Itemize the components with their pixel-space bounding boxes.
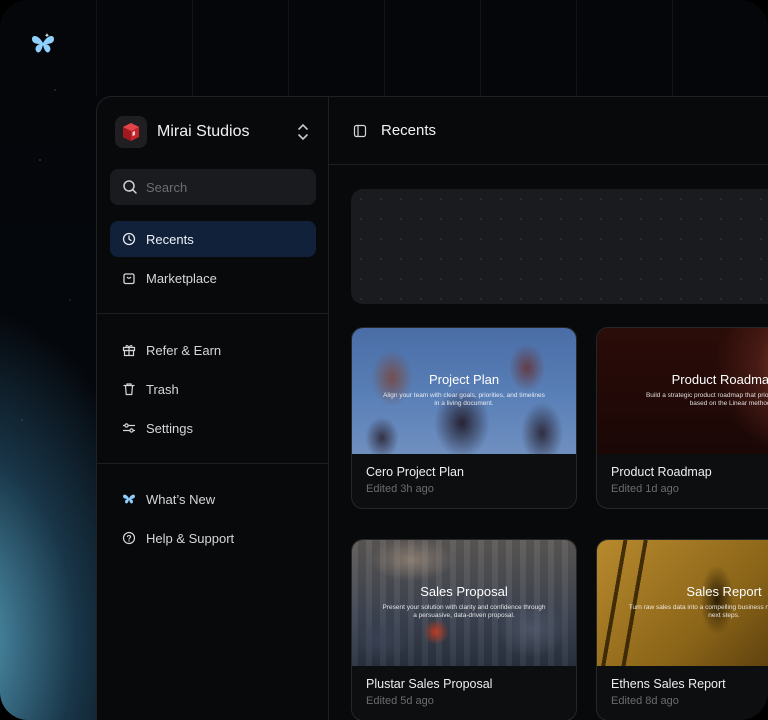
sidebar-item-trash[interactable]: Trash <box>110 371 316 407</box>
thumbnail-title: Sales Proposal <box>420 584 508 599</box>
sidebar-item-label: What’s New <box>146 491 216 507</box>
card-thumbnail: Project Plan Align your team with clear … <box>352 328 576 454</box>
sidebar-toggle-icon[interactable] <box>353 124 367 138</box>
shopping-bag-icon <box>123 273 135 285</box>
clock-icon <box>122 232 136 246</box>
app-frame: Mirai Studios Recents <box>0 0 768 720</box>
sliders-icon <box>122 423 136 433</box>
cube-icon <box>123 123 139 141</box>
butterfly-icon <box>123 494 135 504</box>
sidebar-item-refer-earn[interactable]: Refer & Earn <box>110 332 316 368</box>
sidebar-item-whats-new[interactable]: What’s New <box>110 481 316 517</box>
sidebar-item-label: Help & Support <box>146 530 235 546</box>
sidebar-item-label: Settings <box>146 420 193 436</box>
gift-icon <box>122 345 136 357</box>
org-avatar <box>115 116 147 148</box>
sidebar-item-recents[interactable]: Recents <box>110 221 316 257</box>
thumbnail-title: Sales Report <box>686 584 762 599</box>
thumbnail-title: Product Roadmap <box>671 372 768 387</box>
search-input[interactable] <box>146 179 296 195</box>
sidebar-divider <box>97 463 329 464</box>
card-edited-time: Edited 5d ago <box>366 695 434 707</box>
sidebar-item-settings[interactable]: Settings <box>110 410 316 446</box>
thumbnail-title: Project Plan <box>428 372 500 387</box>
sidebar-item-help-support[interactable]: Help & Support <box>110 520 316 556</box>
thumbnail-description: Align your team with clear goals, priori… <box>383 392 545 407</box>
sidebar-item-label: Refer & Earn <box>146 342 222 358</box>
document-card-product-roadmap[interactable]: Product Roadmap Build a strategic produc… <box>596 327 768 509</box>
card-edited-time: Edited 8d ago <box>611 695 679 707</box>
search-icon <box>123 180 137 194</box>
sidebar-item-label: Marketplace <box>146 270 217 286</box>
card-title: Product Roadmap <box>611 465 712 479</box>
thumbnail-description: Turn raw sales data into a compelling bu… <box>628 604 768 619</box>
main-panel: Recents Project Plan Align your team wit… <box>329 97 768 720</box>
org-name: Mirai Studios <box>157 123 250 140</box>
app-window: Mirai Studios Recents <box>96 96 768 720</box>
page-title: Recents <box>381 122 437 139</box>
trash-icon <box>123 383 135 396</box>
thumbnail-description: Build a strategic product roadmap that p… <box>645 392 768 407</box>
document-card-project-plan[interactable]: Project Plan Align your team with clear … <box>351 327 577 509</box>
sidebar-item-label: Trash <box>146 381 179 397</box>
card-thumbnail: Sales Proposal Present your solution wit… <box>352 540 576 666</box>
card-title: Plustar Sales Proposal <box>366 677 493 691</box>
document-card-sales-report[interactable]: Sales Report Turn raw sales data into a … <box>596 539 768 720</box>
sidebar-item-marketplace[interactable]: Marketplace <box>110 260 316 296</box>
card-edited-time: Edited 1d ago <box>611 483 679 495</box>
banner-placeholder <box>351 189 768 304</box>
card-title: Ethens Sales Report <box>611 677 726 691</box>
sidebar-divider <box>97 313 329 314</box>
butterfly-icon[interactable] <box>30 32 56 56</box>
chevron-up-down-icon <box>298 123 308 141</box>
org-switcher[interactable]: Mirai Studios <box>115 115 310 149</box>
card-thumbnail: Product Roadmap Build a strategic produc… <box>597 328 768 454</box>
background-grid-lines <box>96 0 768 96</box>
card-thumbnail: Sales Report Turn raw sales data into a … <box>597 540 768 666</box>
sidebar: Mirai Studios Recents <box>97 97 329 720</box>
document-card-sales-proposal[interactable]: Sales Proposal Present your solution wit… <box>351 539 577 720</box>
main-header: Recents <box>329 97 768 165</box>
thumbnail-description: Present your solution with clarity and c… <box>382 604 546 619</box>
card-edited-time: Edited 3h ago <box>366 483 434 495</box>
search-box[interactable] <box>110 169 316 205</box>
sidebar-item-label: Recents <box>146 231 194 247</box>
card-title: Cero Project Plan <box>366 465 464 479</box>
help-circle-icon <box>122 531 136 545</box>
